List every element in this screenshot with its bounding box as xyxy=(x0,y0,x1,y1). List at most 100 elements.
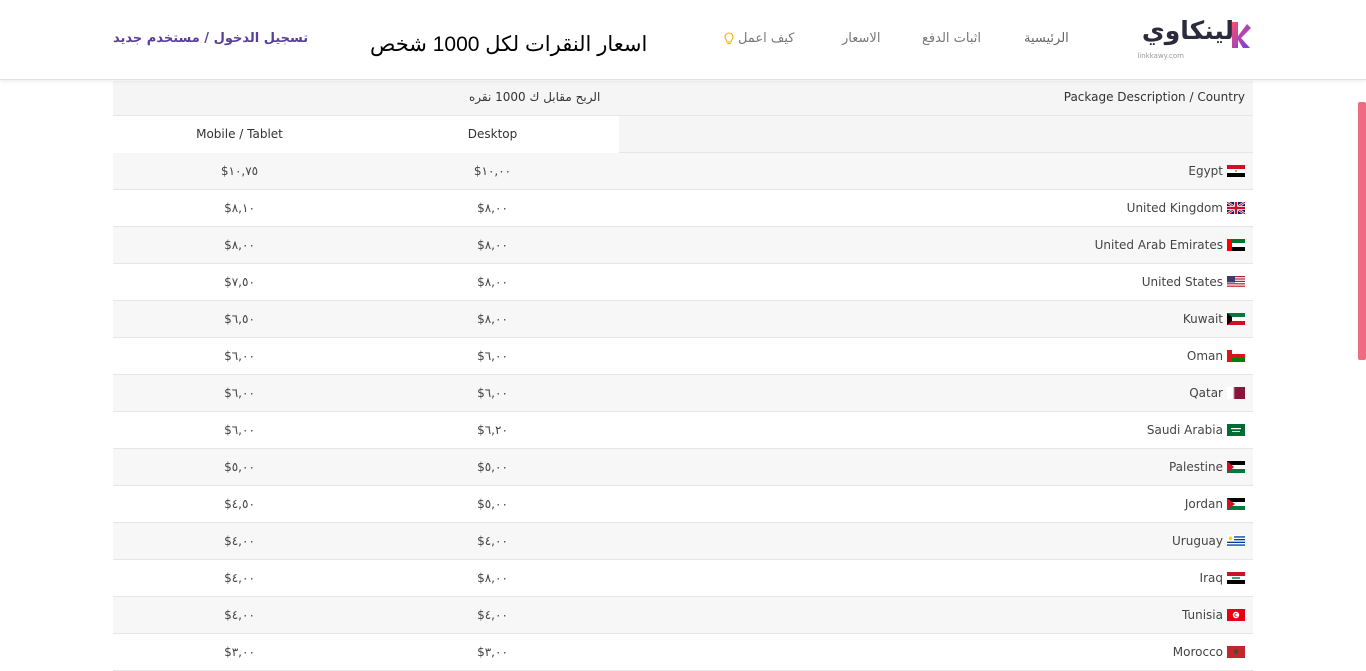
country-name: Iraq xyxy=(1199,571,1223,585)
country-name: Qatar xyxy=(1189,386,1223,400)
country-name: Morocco xyxy=(1172,645,1223,659)
site-logo[interactable]: لينكاوي linkkawy.com xyxy=(1128,14,1252,66)
table-row: $٨,٠٠ $٨,٠٠ United Arab Emirates xyxy=(113,227,1253,264)
country-cell: Kuwait xyxy=(1183,312,1245,326)
desktop-column-header: Desktop xyxy=(467,127,518,141)
logo-mark-icon xyxy=(1232,22,1251,48)
kuwait-flag-icon xyxy=(1227,313,1245,325)
palestine-flag-icon xyxy=(1227,461,1245,473)
country-cell: United Arab Emirates xyxy=(1095,238,1245,252)
mobile-price-cell: $٨,٠٠ xyxy=(224,238,255,252)
desktop-price-cell: $٤,٠٠ xyxy=(477,608,508,622)
country-cell: Oman xyxy=(1187,349,1245,363)
desktop-price-cell: $٨,٠٠ xyxy=(477,238,508,252)
desktop-price-cell: $٣,٠٠ xyxy=(477,645,508,659)
country-name: Oman xyxy=(1186,349,1223,363)
desktop-price-cell: $٦,٢٠ xyxy=(477,423,508,437)
desktop-price-cell: $١٠,٠٠ xyxy=(473,164,512,178)
desktop-price-cell: $٥,٠٠ xyxy=(477,460,508,474)
desktop-price-cell: $٨,٠٠ xyxy=(477,571,508,585)
top-navbar: لينكاوي linkkawy.com الرئيسية اثبات الدف… xyxy=(0,0,1366,80)
mobile-price-cell: $٦,٠٠ xyxy=(224,423,255,437)
table-row: $٦,٠٠ $٦,٢٠ Saudi Arabia xyxy=(113,412,1253,449)
saudi-flag-icon xyxy=(1227,424,1245,436)
mobile-price-cell: $٦,٥٠ xyxy=(224,312,255,326)
device-subheaders: Mobile / Tablet Desktop xyxy=(113,116,619,153)
page-heading: اسعار النقرات لكل 1000 شخص xyxy=(370,33,648,56)
mobile-column-header: Mobile / Tablet xyxy=(196,127,283,141)
desktop-price-cell: $٦,٠٠ xyxy=(477,386,508,400)
nav-how-it-works-label: كيف اعمل xyxy=(738,31,795,46)
country-cell: United Kingdom xyxy=(1127,201,1245,215)
table-row: $٤,٠٠ $٨,٠٠ Iraq xyxy=(113,560,1253,597)
login-register-link[interactable]: تسجيل الدخول / مستخدم جديد xyxy=(113,31,308,46)
mobile-price-cell: $٥,٠٠ xyxy=(224,460,255,474)
mobile-price-cell: $٨,١٠ xyxy=(224,201,255,215)
nav-prices[interactable]: الاسعار xyxy=(842,31,880,46)
desktop-price-cell: $٦,٠٠ xyxy=(477,349,508,363)
country-cell: Qatar xyxy=(1189,386,1245,400)
qatar-flag-icon xyxy=(1227,387,1245,399)
table-row: $٦,٠٠ $٦,٠٠ Oman xyxy=(113,338,1253,375)
country-name: Egypt xyxy=(1188,164,1223,178)
country-name: Uruguay xyxy=(1172,534,1223,548)
uk-flag-icon xyxy=(1227,202,1245,214)
desktop-price-cell: $٨,٠٠ xyxy=(477,275,508,289)
logo-subtext: linkkawy.com xyxy=(1137,52,1184,60)
country-name: United States xyxy=(1141,275,1223,289)
table-row: $٦,٠٠ $٦,٠٠ Qatar xyxy=(113,375,1253,412)
mobile-price-cell: $١٠,٧٥ xyxy=(220,164,259,178)
table-row: $٧,٥٠ $٨,٠٠ United States xyxy=(113,264,1253,301)
country-name: Saudi Arabia xyxy=(1146,423,1223,437)
table-row: $٣,٠٠ $٣,٠٠ Morocco xyxy=(113,634,1253,671)
pricing-table: الربح مقابل ك 1000 نقره Package Descript… xyxy=(113,81,1253,671)
table-row: $٤,٠٠ $٤,٠٠ Uruguay xyxy=(113,523,1253,560)
oman-flag-icon xyxy=(1227,350,1245,362)
mobile-price-cell: $٧,٥٠ xyxy=(224,275,255,289)
uruguay-flag-icon xyxy=(1227,535,1245,547)
jordan-flag-icon xyxy=(1227,498,1245,510)
country-name: Jordan xyxy=(1184,497,1223,511)
country-cell: Jordan xyxy=(1185,497,1245,511)
country-column-header: Package Description / Country xyxy=(1063,90,1245,104)
desktop-price-cell: $٨,٠٠ xyxy=(477,312,508,326)
country-cell: Tunisia xyxy=(1182,608,1245,622)
us-flag-icon xyxy=(1227,276,1245,288)
country-cell: Egypt xyxy=(1188,164,1245,178)
egypt-flag-icon xyxy=(1227,165,1245,177)
table-body: $١٠,٧٥ $١٠,٠٠ Egypt $٨,١٠ $٨,٠٠ United Kingdo… xyxy=(113,153,1253,671)
table-row: $٤,٠٠ $٤,٠٠ Tunisia xyxy=(113,597,1253,634)
mobile-price-cell: $٤,٠٠ xyxy=(224,608,255,622)
uae-flag-icon xyxy=(1227,239,1245,251)
mobile-price-cell: $٤,٠٠ xyxy=(224,534,255,548)
country-cell: Palestine xyxy=(1169,460,1245,474)
table-row: $٥,٠٠ $٥,٠٠ Palestine xyxy=(113,449,1253,486)
scrollbar-thumb[interactable] xyxy=(1358,102,1366,360)
country-name: Kuwait xyxy=(1182,312,1223,326)
nav-payment-proof[interactable]: اثبات الدفع xyxy=(922,31,981,46)
country-name: United Arab Emirates xyxy=(1094,238,1223,252)
logo-text: لينكاوي xyxy=(1141,16,1234,45)
mobile-price-cell: $٦,٠٠ xyxy=(224,349,255,363)
mobile-price-cell: $٣,٠٠ xyxy=(224,645,255,659)
country-cell: Uruguay xyxy=(1172,534,1245,548)
mobile-price-cell: $٤,٥٠ xyxy=(224,497,255,511)
table-subheader-row: Mobile / Tablet Desktop xyxy=(113,116,1253,153)
country-name: Palestine xyxy=(1168,460,1223,474)
desktop-price-cell: $٥,٠٠ xyxy=(477,497,508,511)
country-cell: Iraq xyxy=(1200,571,1245,585)
desktop-price-cell: $٨,٠٠ xyxy=(477,201,508,215)
morocco-flag-icon xyxy=(1227,646,1245,658)
table-row: $٤,٥٠ $٥,٠٠ Jordan xyxy=(113,486,1253,523)
nav-home[interactable]: الرئيسية xyxy=(1024,31,1069,46)
nav-how-it-works[interactable]: كيف اعمل xyxy=(724,31,794,46)
mobile-price-cell: $٦,٠٠ xyxy=(224,386,255,400)
mobile-price-cell: $٤,٠٠ xyxy=(224,571,255,585)
country-name: Tunisia xyxy=(1182,608,1223,622)
table-row: $١٠,٧٥ $١٠,٠٠ Egypt xyxy=(113,153,1253,190)
country-cell: United States xyxy=(1142,275,1245,289)
table-row: $٦,٥٠ $٨,٠٠ Kuwait xyxy=(113,301,1253,338)
country-name: United Kingdom xyxy=(1126,201,1223,215)
table-row: $٨,١٠ $٨,٠٠ United Kingdom xyxy=(113,190,1253,227)
table-header-row: الربح مقابل ك 1000 نقره Package Descript… xyxy=(113,81,1253,116)
